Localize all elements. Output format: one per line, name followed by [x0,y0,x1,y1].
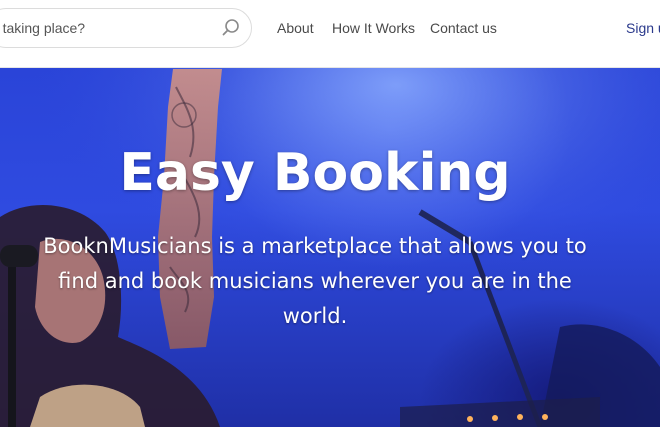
hero-banner: Easy Booking BooknMusicians is a marketp… [0,67,660,427]
page-bottom-strip [0,427,660,440]
hero-title: Easy Booking [119,143,511,203]
search-icon[interactable] [221,18,241,38]
nav-about-link[interactable]: About [277,20,314,36]
sign-up-link[interactable]: Sign u [626,20,660,36]
nav-contact-link[interactable]: Contact us [430,20,497,36]
location-search-input[interactable] [0,9,207,47]
page: About How It Works Contact us Sign u [0,0,660,440]
hero-subtitle: BooknMusicians is a marketplace that all… [43,234,587,328]
search-box [0,8,252,48]
top-header: About How It Works Contact us Sign u [0,0,660,68]
nav-how-it-works-link[interactable]: How It Works [332,20,415,36]
